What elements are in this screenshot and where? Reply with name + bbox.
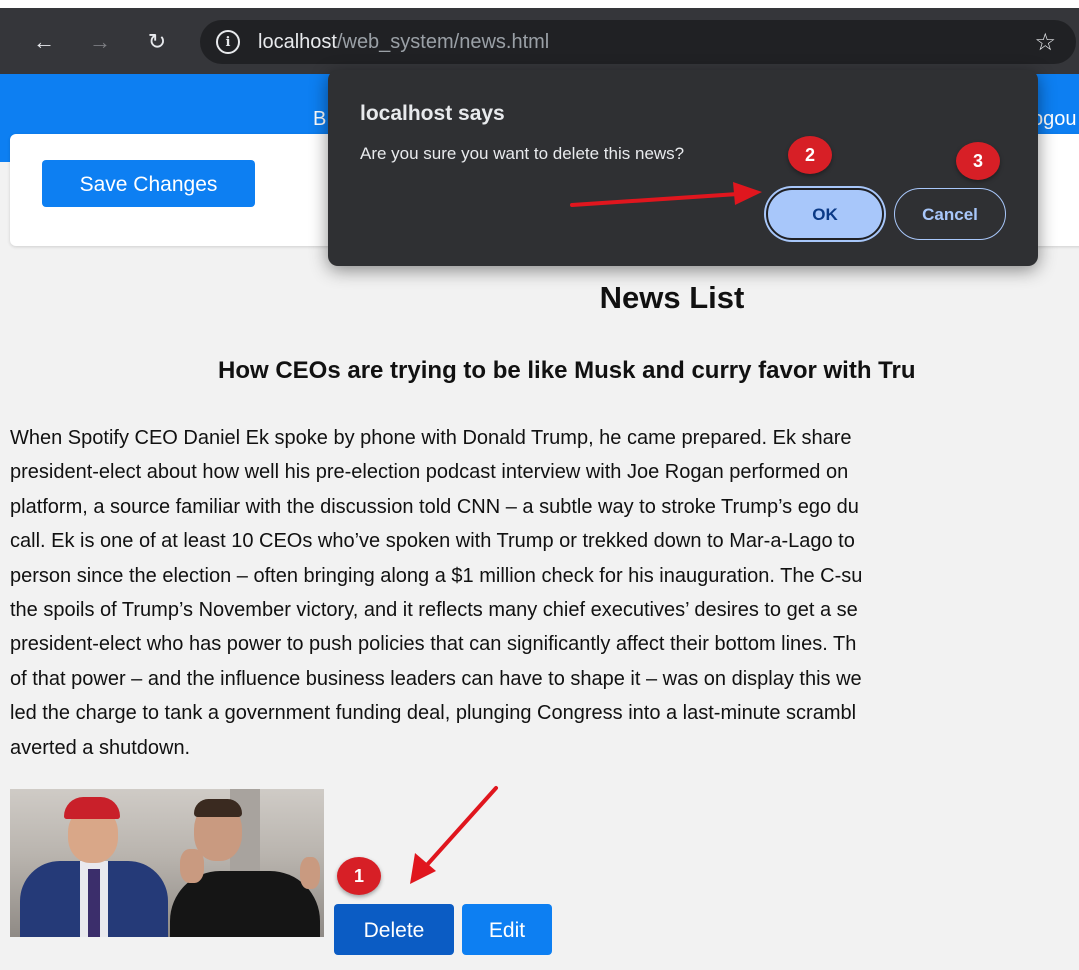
annotation-badge-1: 1 — [337, 857, 381, 895]
arrow-right-icon[interactable]: → — [86, 28, 114, 56]
edit-news-button[interactable]: Edit — [462, 904, 552, 955]
delete-news-button[interactable]: Delete — [334, 904, 454, 955]
navbar-logout-link[interactable]: ogou — [1032, 108, 1077, 131]
dialog-message: Are you sure you want to delete this new… — [360, 144, 685, 163]
image-person-left-cap — [64, 797, 120, 819]
news-list-title: News List — [599, 280, 745, 315]
article-body-line: president-elect who has power to push po… — [10, 633, 857, 656]
save-changes-button[interactable]: Save Changes — [42, 160, 255, 207]
article-title: How CEOs are trying to be like Musk and … — [218, 357, 916, 384]
article-body-line: person since the election – often bringi… — [10, 564, 863, 587]
dialog-ok-button[interactable]: OK — [766, 188, 884, 240]
article-body-line: of that power – and the influence busine… — [10, 667, 862, 690]
article-body-line: the spoils of Trump’s November victory, … — [10, 599, 858, 622]
image-person-right-hand — [180, 849, 204, 883]
confirm-dialog: localhost says Are you sure you want to … — [328, 70, 1038, 266]
annotation-badge-2: 2 — [788, 136, 832, 174]
article-body-line: When Spotify CEO Daniel Ek spoke by phon… — [10, 427, 852, 449]
browser-toolbar: ← → ↻ i localhost/web_system/news.html ☆ — [0, 8, 1079, 74]
url-host: localhost — [258, 31, 337, 53]
image-person-right-hair — [194, 799, 242, 817]
url-text[interactable]: localhost/web_system/news.html — [258, 31, 549, 54]
image-person-left-tie — [88, 869, 100, 937]
article-body-line: call. Ek is one of at least 10 CEOs who’… — [10, 530, 855, 553]
navbar-left-link[interactable]: B — [313, 108, 326, 131]
article-body-line: president-elect about how well his pre-e… — [10, 461, 849, 484]
dialog-title: localhost says — [360, 102, 505, 125]
image-person-right-hand — [300, 857, 320, 889]
article-body: When Spotify CEO Daniel Ek spoke by phon… — [10, 421, 862, 765]
info-icon[interactable]: i — [216, 30, 240, 54]
article-body-line: averted a shutdown. — [10, 736, 191, 759]
annotation-badge-3: 3 — [956, 142, 1000, 180]
dialog-cancel-button[interactable]: Cancel — [894, 188, 1006, 240]
browser-top-strip — [0, 0, 1079, 8]
article-body-line: platform, a source familiar with the dis… — [10, 495, 859, 518]
url-path: /web_system/news.html — [336, 31, 550, 53]
address-bar[interactable]: i localhost/web_system/news.html ☆ — [200, 20, 1076, 64]
news-image — [10, 789, 324, 937]
arrow-left-icon[interactable]: ← — [30, 28, 58, 56]
star-icon[interactable]: ☆ — [1034, 28, 1056, 57]
article-body-line: led the charge to tank a government fund… — [10, 702, 857, 725]
reload-icon[interactable]: ↻ — [143, 28, 171, 56]
